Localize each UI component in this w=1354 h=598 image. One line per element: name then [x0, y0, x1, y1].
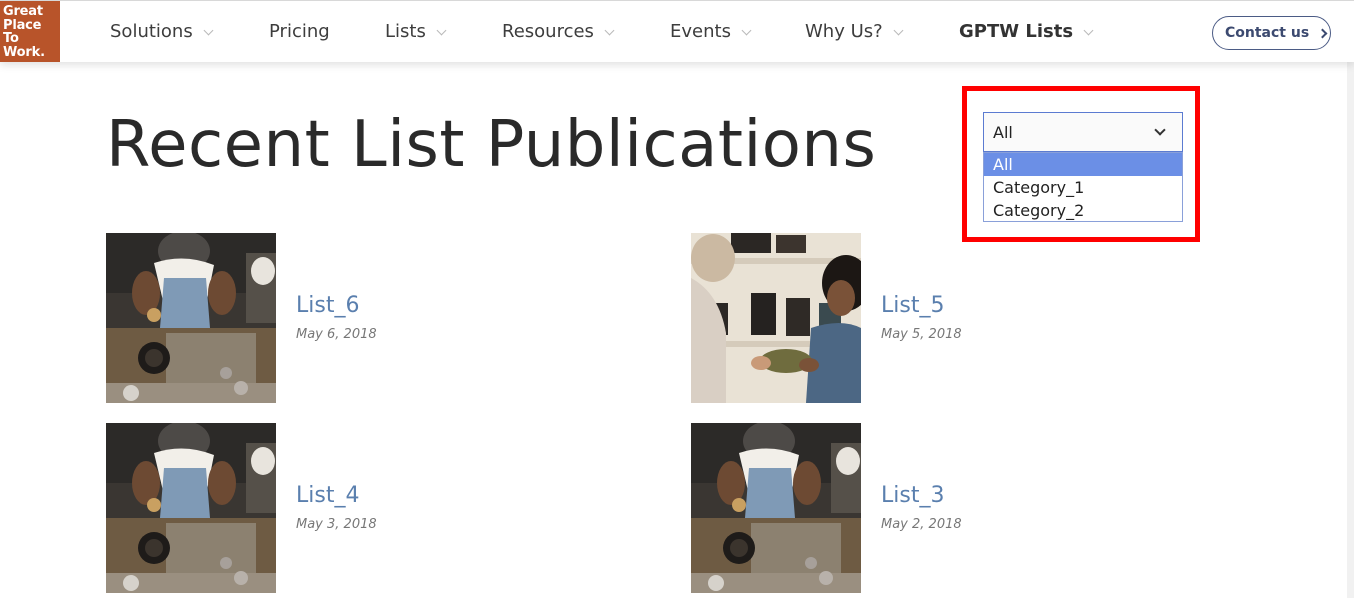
selected-value: All: [993, 122, 1013, 142]
contact-label: Contact us: [1225, 25, 1310, 41]
chevron-down-icon: [893, 25, 904, 36]
site-header: Great Place To Work. Solutions Pricing L…: [0, 0, 1354, 62]
nav-lists[interactable]: Lists: [385, 21, 447, 42]
option-all[interactable]: All: [984, 153, 1182, 176]
chevron-down-icon: [604, 25, 615, 36]
shoe-store-photo: [691, 233, 861, 403]
barista-photo: [106, 423, 276, 593]
list-title-link[interactable]: List_6: [296, 293, 359, 318]
list-date: May 2, 2018: [881, 517, 962, 532]
list-title-link[interactable]: List_5: [881, 293, 944, 318]
nav-label: Resources: [502, 21, 594, 42]
contact-us-button[interactable]: Contact us: [1212, 16, 1331, 50]
list-card: List_5 May 5, 2018: [691, 233, 1191, 403]
list-date: May 6, 2018: [296, 327, 377, 342]
nav-pricing[interactable]: Pricing: [269, 21, 330, 42]
option-category-2[interactable]: Category_2: [984, 199, 1182, 222]
chevron-down-icon: [1083, 25, 1094, 36]
page-title: Recent List Publications: [106, 108, 877, 182]
list-title-link[interactable]: List_3: [881, 483, 944, 508]
nav-label: GPTW Lists: [959, 21, 1074, 42]
scrollbar[interactable]: [1347, 62, 1354, 598]
category-filter-select[interactable]: All: [983, 112, 1183, 152]
nav-solutions[interactable]: Solutions: [110, 21, 214, 42]
list-date: May 3, 2018: [296, 517, 377, 532]
list-card: List_3 May 2, 2018: [691, 423, 1191, 593]
list-date: May 5, 2018: [881, 327, 962, 342]
list-thumbnail[interactable]: [691, 423, 861, 593]
chevron-down-icon: [436, 25, 447, 36]
chevron-down-icon: [741, 25, 752, 36]
nav-events[interactable]: Events: [670, 21, 752, 42]
nav-resources[interactable]: Resources: [502, 21, 615, 42]
list-card: List_4 May 3, 2018: [106, 423, 606, 593]
list-thumbnail[interactable]: [691, 233, 861, 403]
nav-label: Pricing: [269, 21, 330, 42]
chevron-down-icon: [1154, 124, 1166, 136]
list-thumbnail[interactable]: [106, 423, 276, 593]
category-options-list: All Category_1 Category_2: [983, 152, 1183, 222]
chevron-right-icon: [1317, 28, 1328, 38]
nav-gptw-lists[interactable]: GPTW Lists: [959, 21, 1094, 42]
chevron-down-icon: [203, 25, 214, 36]
nav-why-us[interactable]: Why Us?: [805, 21, 904, 42]
main-nav: Solutions Pricing Lists Resources Events…: [0, 1, 1200, 63]
barista-photo: [691, 423, 861, 593]
nav-label: Lists: [385, 21, 426, 42]
barista-photo: [106, 233, 276, 403]
list-thumbnail[interactable]: [106, 233, 276, 403]
nav-label: Why Us?: [805, 21, 883, 42]
nav-label: Events: [670, 21, 731, 42]
nav-label: Solutions: [110, 21, 193, 42]
option-category-1[interactable]: Category_1: [984, 176, 1182, 199]
list-card: List_6 May 6, 2018: [106, 233, 606, 403]
list-title-link[interactable]: List_4: [296, 483, 359, 508]
